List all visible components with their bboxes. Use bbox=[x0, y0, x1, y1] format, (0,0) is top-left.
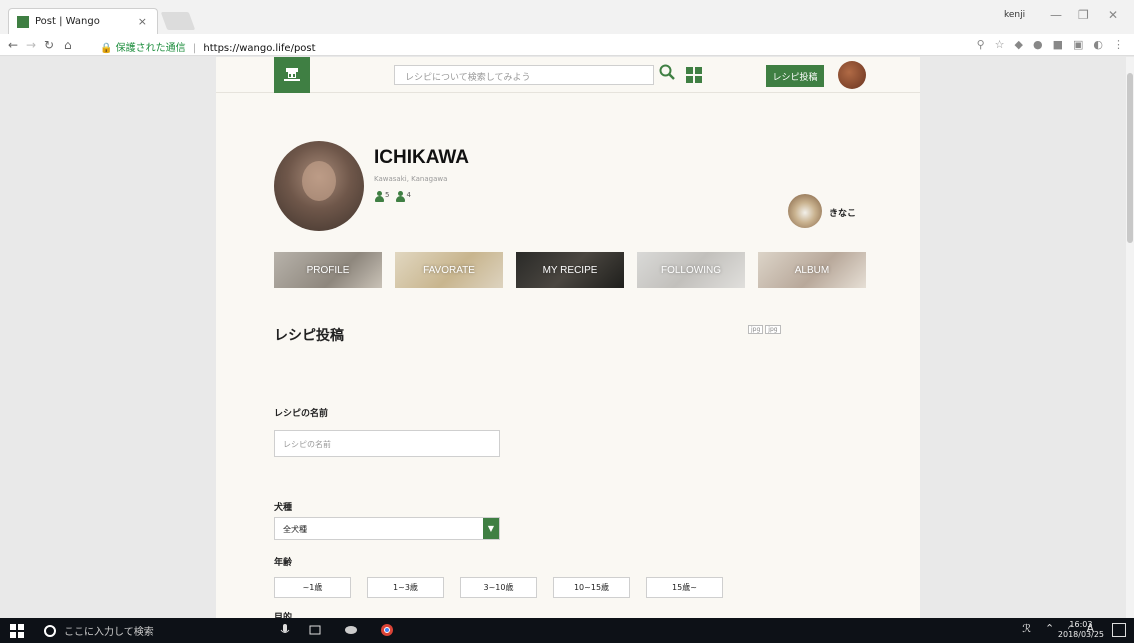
chrome-app-icon[interactable] bbox=[380, 623, 394, 637]
tab-album[interactable]: ALBUM bbox=[758, 252, 866, 288]
task-view-icon[interactable] bbox=[308, 623, 322, 637]
taskbar-search[interactable]: ここに入力して検索 bbox=[44, 618, 154, 643]
chrome-menu-icon[interactable]: ⋮ bbox=[1113, 38, 1124, 51]
age-option[interactable]: 15歳~ bbox=[646, 577, 723, 598]
profile-photo bbox=[274, 141, 364, 231]
site-favicon-icon bbox=[17, 15, 29, 28]
extension-toggle-icon[interactable]: ◐ bbox=[1093, 38, 1103, 51]
windows-start-icon[interactable] bbox=[10, 624, 24, 638]
browser-tab[interactable]: Post | Wango × bbox=[8, 8, 158, 34]
broken-image-icon: jpg bbox=[748, 325, 764, 334]
broken-image-icon: jpg bbox=[765, 325, 781, 334]
follow-stats: 5 4 bbox=[374, 191, 411, 202]
followers-icon bbox=[374, 191, 384, 202]
bookmark-star-icon[interactable]: ☆ bbox=[995, 38, 1005, 51]
microphone-icon[interactable] bbox=[278, 623, 292, 637]
wango-logo-icon[interactable] bbox=[274, 57, 310, 93]
tab-title: Post | Wango bbox=[35, 16, 100, 27]
followers-stat[interactable]: 5 bbox=[374, 191, 389, 202]
post-recipe-button[interactable]: レシピ投稿 bbox=[766, 65, 824, 87]
tab-following[interactable]: FOLLOWING bbox=[637, 252, 745, 288]
browser-tab-bar: Post | Wango × kenji — ❐ ✕ bbox=[0, 0, 1134, 34]
site-header: レシピについて検索してみよう レシピ投稿 bbox=[216, 57, 920, 93]
tab-profile[interactable]: PROFILE bbox=[274, 252, 382, 288]
tab-favorate[interactable]: FAVORATE bbox=[395, 252, 503, 288]
following-count: 4 bbox=[406, 191, 411, 199]
extension-icons: ⚲ ☆ ◆ ● ■ ▣ ◐ ⋮ bbox=[977, 38, 1124, 51]
dog-avatar[interactable] bbox=[788, 194, 822, 228]
breed-select[interactable]: 全犬種 ▼ bbox=[274, 517, 500, 540]
scrollbar[interactable] bbox=[1126, 57, 1134, 618]
clock-date: 2018/03/25 bbox=[1057, 630, 1104, 639]
taskbar-clock[interactable]: 16:03 2018/03/25 bbox=[1058, 620, 1104, 640]
paint-app-icon[interactable] bbox=[344, 623, 358, 637]
taskbar-search-text: ここに入力して検索 bbox=[64, 627, 154, 638]
extension-gray-icon[interactable]: ▣ bbox=[1073, 38, 1083, 51]
page-title: レシピ投稿 bbox=[274, 328, 344, 344]
browser-profile-name[interactable]: kenji bbox=[1004, 10, 1025, 20]
page-viewport: レシピについて検索してみよう レシピ投稿 ICHIKAWA Kawasaki, … bbox=[0, 57, 1134, 618]
age-option[interactable]: 10~15歳 bbox=[553, 577, 630, 598]
following-icon bbox=[395, 191, 406, 202]
age-option[interactable]: ~1歳 bbox=[274, 577, 351, 598]
chevron-down-icon[interactable]: ▼ bbox=[483, 518, 499, 539]
pocket-extension-icon[interactable]: ■ bbox=[1053, 38, 1063, 51]
breed-label: 犬種 bbox=[274, 503, 293, 513]
reload-icon[interactable]: ↻ bbox=[44, 38, 54, 52]
back-icon[interactable]: ← bbox=[8, 38, 18, 52]
following-stat[interactable]: 4 bbox=[395, 191, 411, 202]
age-option[interactable]: 3~10歳 bbox=[460, 577, 537, 598]
people-icon[interactable]: ℛ bbox=[1022, 622, 1031, 635]
home-icon[interactable]: ⌂ bbox=[64, 38, 72, 52]
forward-icon[interactable]: → bbox=[26, 38, 36, 52]
recipe-name-input[interactable]: レシピの名前 bbox=[274, 430, 500, 457]
url-text: https://wango.life/post bbox=[203, 43, 316, 54]
minimize-icon[interactable]: — bbox=[1050, 8, 1062, 22]
page-content: レシピについて検索してみよう レシピ投稿 ICHIKAWA Kawasaki, … bbox=[216, 57, 920, 618]
user-avatar[interactable] bbox=[838, 61, 866, 89]
age-options: ~1歳 1~3歳 3~10歳 10~15歳 15歳~ bbox=[274, 577, 723, 598]
new-tab-button[interactable] bbox=[160, 12, 196, 30]
breed-select-value: 全犬種 bbox=[283, 525, 307, 534]
notification-icon[interactable] bbox=[1112, 623, 1126, 637]
zoom-icon[interactable]: ⚲ bbox=[977, 38, 985, 51]
extension-s-icon[interactable]: ● bbox=[1033, 38, 1043, 51]
tab-close-icon[interactable]: × bbox=[138, 15, 147, 28]
cortana-icon bbox=[44, 624, 56, 637]
close-window-icon[interactable]: ✕ bbox=[1108, 8, 1118, 22]
chevron-up-icon[interactable]: ⌃ bbox=[1045, 622, 1054, 635]
secure-label: 保護された通信 bbox=[115, 43, 186, 54]
profile-location: Kawasaki, Kanagawa bbox=[374, 175, 448, 183]
broken-images: jpg jpg bbox=[748, 325, 781, 334]
scrollbar-thumb[interactable] bbox=[1127, 73, 1133, 243]
age-option[interactable]: 1~3歳 bbox=[367, 577, 444, 598]
followers-count: 5 bbox=[385, 191, 390, 199]
recipe-name-label: レシピの名前 bbox=[274, 409, 329, 419]
dog-name[interactable]: きなこ bbox=[829, 206, 856, 219]
search-icon[interactable] bbox=[658, 63, 676, 81]
age-label: 年齢 bbox=[274, 558, 293, 568]
url-separator: | bbox=[192, 43, 197, 54]
grid-menu-icon[interactable] bbox=[686, 67, 702, 83]
evernote-extension-icon[interactable]: ◆ bbox=[1015, 38, 1023, 51]
profile-tabs: PROFILE FAVORATE MY RECIPE FOLLOWING ALB… bbox=[274, 252, 866, 290]
clock-time: 16:03 bbox=[1069, 620, 1093, 629]
restore-icon[interactable]: ❐ bbox=[1078, 8, 1089, 22]
search-input[interactable]: レシピについて検索してみよう bbox=[394, 65, 654, 85]
profile-name: ICHIKAWA bbox=[374, 147, 469, 168]
address-bar: ← → ↻ ⌂ 🔒 保護された通信 | https://wango.life/p… bbox=[0, 34, 1134, 56]
tab-my-recipe[interactable]: MY RECIPE bbox=[516, 252, 624, 288]
lock-icon: 🔒 bbox=[100, 43, 113, 54]
purpose-label: 目的 bbox=[274, 613, 293, 618]
windows-taskbar: ここに入力して検索 ℛ ⌃ ◜ A 16:03 2018/03/25 bbox=[0, 618, 1134, 643]
url-field[interactable]: 🔒 保護された通信 | https://wango.life/post bbox=[100, 39, 316, 54]
